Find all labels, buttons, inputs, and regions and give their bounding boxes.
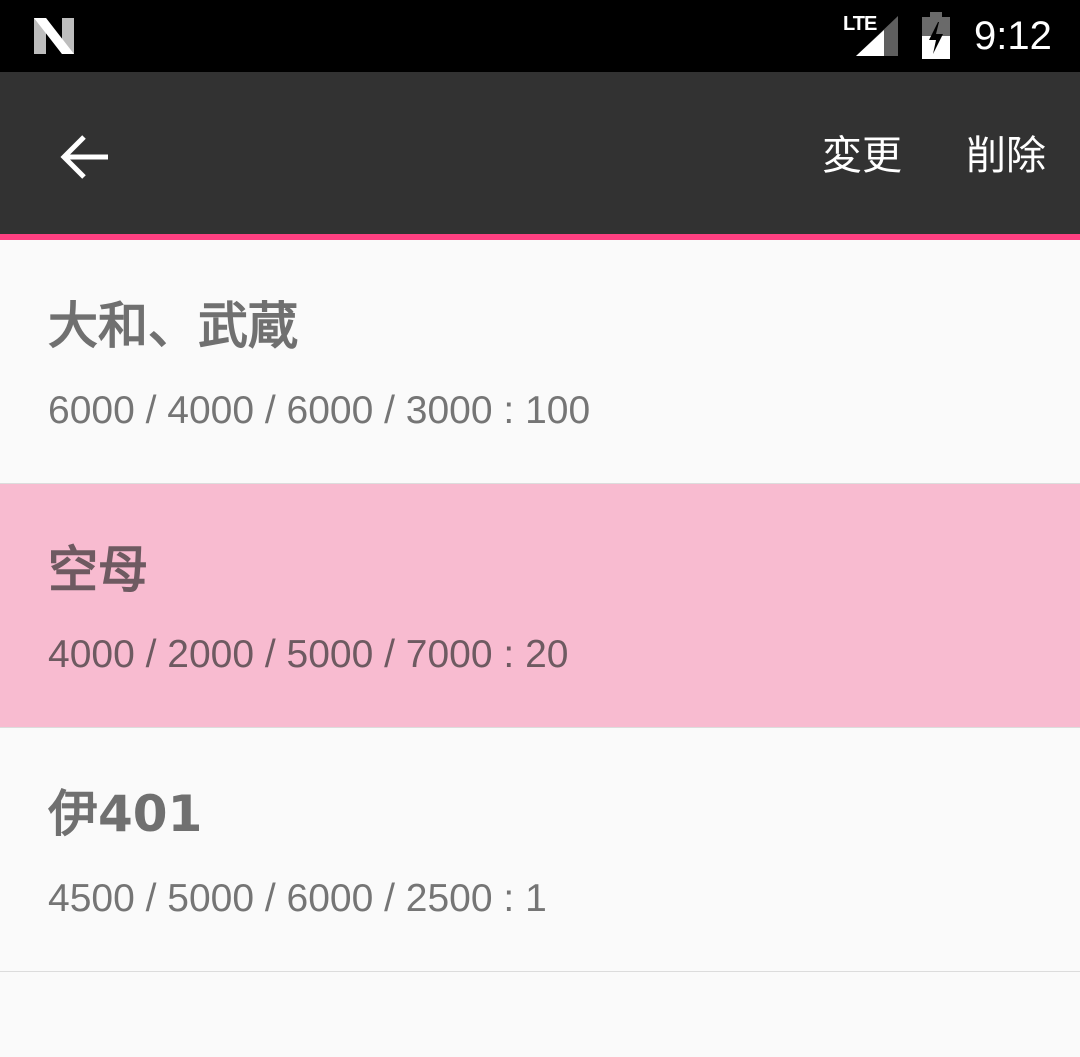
list-item[interactable]: 伊401 4500 / 5000 / 6000 / 2500 : 1 <box>0 728 1080 972</box>
battery-charging-icon <box>922 12 950 59</box>
list-item-selected[interactable]: 空母 4000 / 2000 / 5000 / 7000 : 20 <box>0 484 1080 728</box>
n-logo-icon <box>34 18 74 54</box>
status-bar: LTE 9:12 <box>0 0 1080 72</box>
item-stats: 4500 / 5000 / 6000 / 2500 : 1 <box>48 877 547 920</box>
list-item[interactable]: 大和、武蔵 6000 / 4000 / 6000 / 3000 : 100 <box>0 240 1080 484</box>
item-stats: 6000 / 4000 / 6000 / 3000 : 100 <box>48 389 591 432</box>
screen: LTE 9:12 変更 削除 大和、武蔵 6000 / 4000 / 6000 … <box>0 0 1080 1057</box>
item-stats: 4000 / 2000 / 5000 / 7000 : 20 <box>48 633 569 676</box>
signal-icon <box>856 16 898 56</box>
item-list: 大和、武蔵 6000 / 4000 / 6000 / 3000 : 100 空母… <box>0 240 1080 972</box>
delete-button[interactable]: 削除 <box>966 128 1046 184</box>
back-button[interactable] <box>40 114 128 202</box>
item-title: 伊401 <box>48 785 203 843</box>
item-title: 大和、武蔵 <box>48 297 298 355</box>
edit-button[interactable]: 変更 <box>822 128 902 184</box>
clock: 9:12 <box>974 14 1052 58</box>
item-title: 空母 <box>48 541 148 599</box>
toolbar: 変更 削除 <box>0 72 1080 234</box>
arrow-back-icon <box>60 135 108 179</box>
